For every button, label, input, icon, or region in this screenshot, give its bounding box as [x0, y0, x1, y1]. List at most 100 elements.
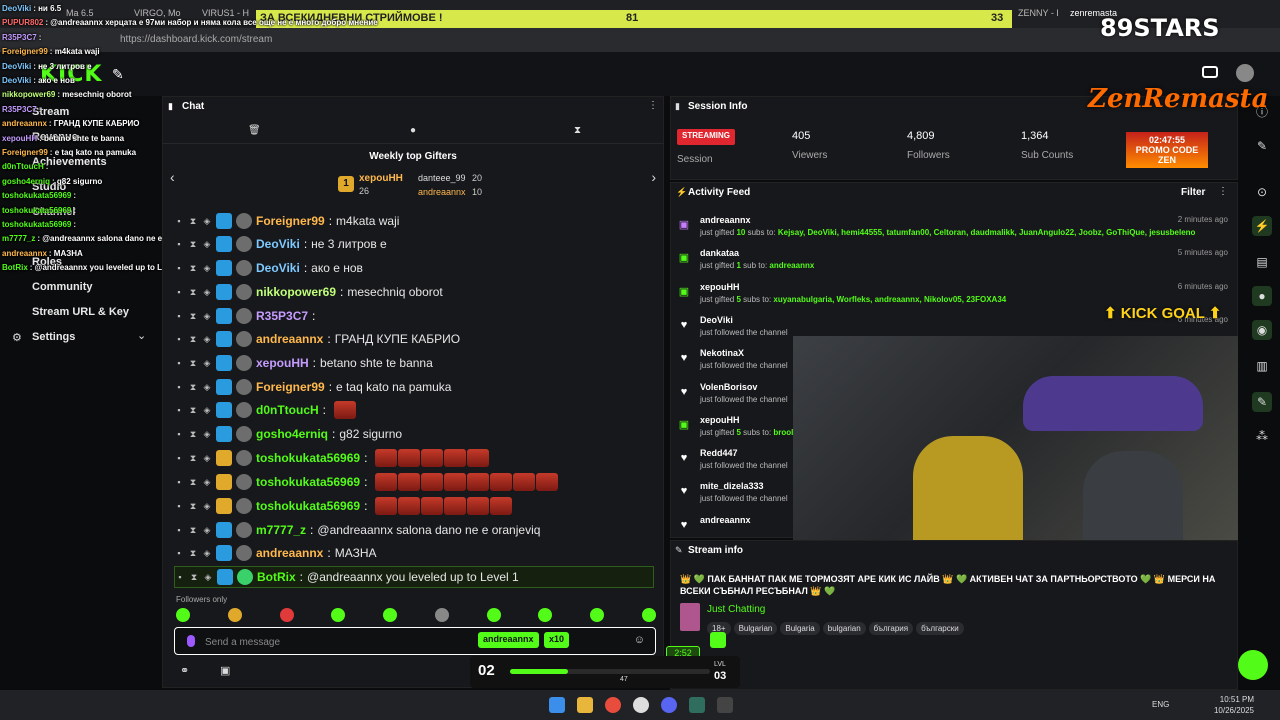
hourglass-icon[interactable]: ⧗: [188, 263, 198, 274]
hourglass-icon[interactable]: ⧗: [188, 287, 198, 298]
emote[interactable]: [641, 608, 656, 622]
chat-message[interactable]: ▪ ⧗ ◈ toshokukata56969:: [174, 447, 654, 469]
chat-username[interactable]: BotRix: [257, 570, 296, 584]
hourglass-icon[interactable]: ⧗: [188, 548, 198, 559]
chat-message[interactable]: ▪ ⧗ ◈ gosho4erniq: g82 sigurno: [174, 423, 654, 445]
file-explorer-icon[interactable]: [577, 697, 593, 713]
hourglass-icon[interactable]: ⧗: [188, 358, 198, 369]
sidebar-item-community[interactable]: Community: [32, 281, 93, 293]
trash-icon[interactable]: ▪: [174, 287, 184, 297]
shield-icon[interactable]: ◈: [202, 382, 212, 393]
trash-icon[interactable]: ▪: [174, 501, 184, 511]
trash-icon[interactable]: ▪: [174, 216, 184, 226]
shield-icon[interactable]: ◈: [202, 405, 212, 416]
shield-icon[interactable]: ◈: [202, 334, 212, 345]
emote[interactable]: [227, 608, 242, 622]
store-icon[interactable]: ▣: [220, 664, 230, 677]
activity-item[interactable]: ▣ dankataa just gifted 1 sub to: andreaann…: [678, 248, 1228, 280]
chat-username[interactable]: DeoViki: [256, 261, 300, 275]
emoji-icon[interactable]: ☺: [634, 634, 645, 646]
terminal-icon[interactable]: [717, 697, 733, 713]
activity-username[interactable]: xepouHH: [700, 415, 740, 425]
chat-icon[interactable]: ●: [1252, 286, 1272, 306]
chat-message[interactable]: ▪ ⧗ ◈ BotRix: @andreaannx you leveled up to …: [174, 566, 654, 588]
trash-icon[interactable]: 🗑: [248, 125, 261, 136]
shield-icon[interactable]: ◈: [202, 358, 212, 369]
chat-message[interactable]: ▪ ⧗ ◈ d0nTtoucH:: [174, 399, 654, 421]
more-menu-icon[interactable]: ⋮: [648, 100, 658, 111]
chat-message[interactable]: ▪ ⧗ ◈ xepouHH: betano shte te banna: [174, 352, 654, 374]
obs-icon[interactable]: [633, 697, 649, 713]
hourglass-icon[interactable]: ⧗: [574, 125, 581, 136]
chat-username[interactable]: andreaannx: [256, 546, 323, 560]
hourglass-icon[interactable]: ⧗: [188, 477, 198, 488]
gifter-name[interactable]: xepouHH: [359, 173, 403, 184]
hourglass-icon[interactable]: ⧗: [188, 525, 198, 536]
sidebar-item-settings[interactable]: Settings: [32, 331, 75, 343]
chat-message[interactable]: ▪ ⧗ ◈ toshokukata56969:: [174, 471, 654, 493]
emote[interactable]: [279, 608, 294, 622]
chat-username[interactable]: Foreigner99: [256, 380, 325, 394]
emote[interactable]: [590, 608, 605, 622]
trash-icon[interactable]: ▪: [174, 525, 184, 535]
emote[interactable]: [383, 608, 398, 622]
hourglass-icon[interactable]: ⧗: [188, 453, 198, 464]
chat-username[interactable]: m7777_z: [256, 523, 306, 537]
sidebar-item-stream-url[interactable]: Stream URL & Key: [32, 306, 129, 318]
target-icon[interactable]: ⊙: [1252, 182, 1272, 202]
chevron-left-icon[interactable]: ‹: [170, 169, 175, 185]
shield-icon[interactable]: ◈: [202, 477, 212, 488]
trash-icon[interactable]: ▪: [174, 311, 184, 321]
support-button[interactable]: [1238, 650, 1268, 680]
hourglass-icon[interactable]: ⧗: [188, 405, 198, 416]
chat-message[interactable]: ▪ ⧗ ◈ R35P3C7:: [174, 305, 654, 327]
shield-icon[interactable]: ◈: [202, 429, 212, 440]
shield-icon[interactable]: ◈: [202, 501, 212, 512]
hourglass-icon[interactable]: ⧗: [188, 334, 198, 345]
shield-icon[interactable]: ◈: [202, 263, 212, 274]
emote[interactable]: [331, 608, 346, 622]
chat-message[interactable]: ▪ ⧗ ◈ DeoViki: не 3 литров е: [174, 233, 654, 255]
activity-username[interactable]: xepouHH: [700, 282, 740, 292]
trash-icon[interactable]: ▪: [174, 477, 184, 487]
chat-message[interactable]: ▪ ⧗ ◈ Foreigner99: e taq kato na pamuka: [174, 376, 654, 398]
filter-button[interactable]: Filter: [1181, 187, 1205, 198]
trash-icon[interactable]: ▪: [174, 405, 184, 415]
tag[interactable]: Bulgarian: [733, 622, 778, 635]
shield-icon[interactable]: ◈: [202, 239, 212, 250]
activity-username[interactable]: andreaannx: [700, 215, 751, 225]
chrome-icon[interactable]: [605, 697, 621, 713]
chat-username[interactable]: toshokukata56969: [256, 499, 360, 513]
tag[interactable]: българия: [868, 622, 914, 635]
trash-icon[interactable]: ▪: [174, 334, 184, 344]
hourglass-icon[interactable]: ⧗: [188, 429, 198, 440]
hourglass-icon[interactable]: ⧗: [189, 572, 199, 583]
activity-item[interactable]: ▣ andreaannx just gifted 10 subs to: Kejsa…: [678, 215, 1228, 247]
emote[interactable]: [486, 608, 501, 622]
hourglass-icon[interactable]: ⧗: [188, 501, 198, 512]
chevron-down-icon[interactable]: ⌄: [137, 329, 146, 342]
shield-icon[interactable]: ◈: [202, 287, 212, 298]
camera-icon[interactable]: [1202, 66, 1218, 78]
broadcast-icon[interactable]: ◉: [1252, 320, 1272, 340]
shield-icon[interactable]: ◈: [202, 311, 212, 322]
chat-username[interactable]: andreaannx: [256, 332, 323, 346]
avatar[interactable]: [1236, 64, 1254, 82]
hourglass-icon[interactable]: ⧗: [188, 216, 198, 227]
chat-message[interactable]: ▪ ⧗ ◈ toshokukata56969:: [174, 495, 654, 517]
chat-username[interactable]: gosho4erniq: [256, 427, 328, 441]
url-field[interactable]: https://dashboard.kick.com/stream: [120, 34, 272, 45]
discord-icon[interactable]: [661, 697, 677, 713]
chat-message[interactable]: ▪ ⧗ ◈ andreaannx: МАЗНА: [174, 542, 654, 564]
activity-username[interactable]: Redd447: [700, 448, 738, 458]
chat-message-input[interactable]: [205, 633, 465, 651]
tag[interactable]: български: [916, 622, 964, 635]
document-icon[interactable]: ▤: [1252, 252, 1272, 272]
trash-icon[interactable]: ▪: [174, 453, 184, 463]
browser-tab[interactable]: ZENNY - D: [1012, 4, 1058, 24]
emote[interactable]: [176, 608, 190, 622]
chat-message[interactable]: ▪ ⧗ ◈ andreaannx: ГРАНД КУПЕ КАБРИО: [174, 328, 654, 350]
link-icon[interactable]: ⚭: [180, 664, 189, 677]
category-thumbnail[interactable]: [680, 603, 700, 631]
tag[interactable]: Bulgaria: [780, 622, 820, 635]
